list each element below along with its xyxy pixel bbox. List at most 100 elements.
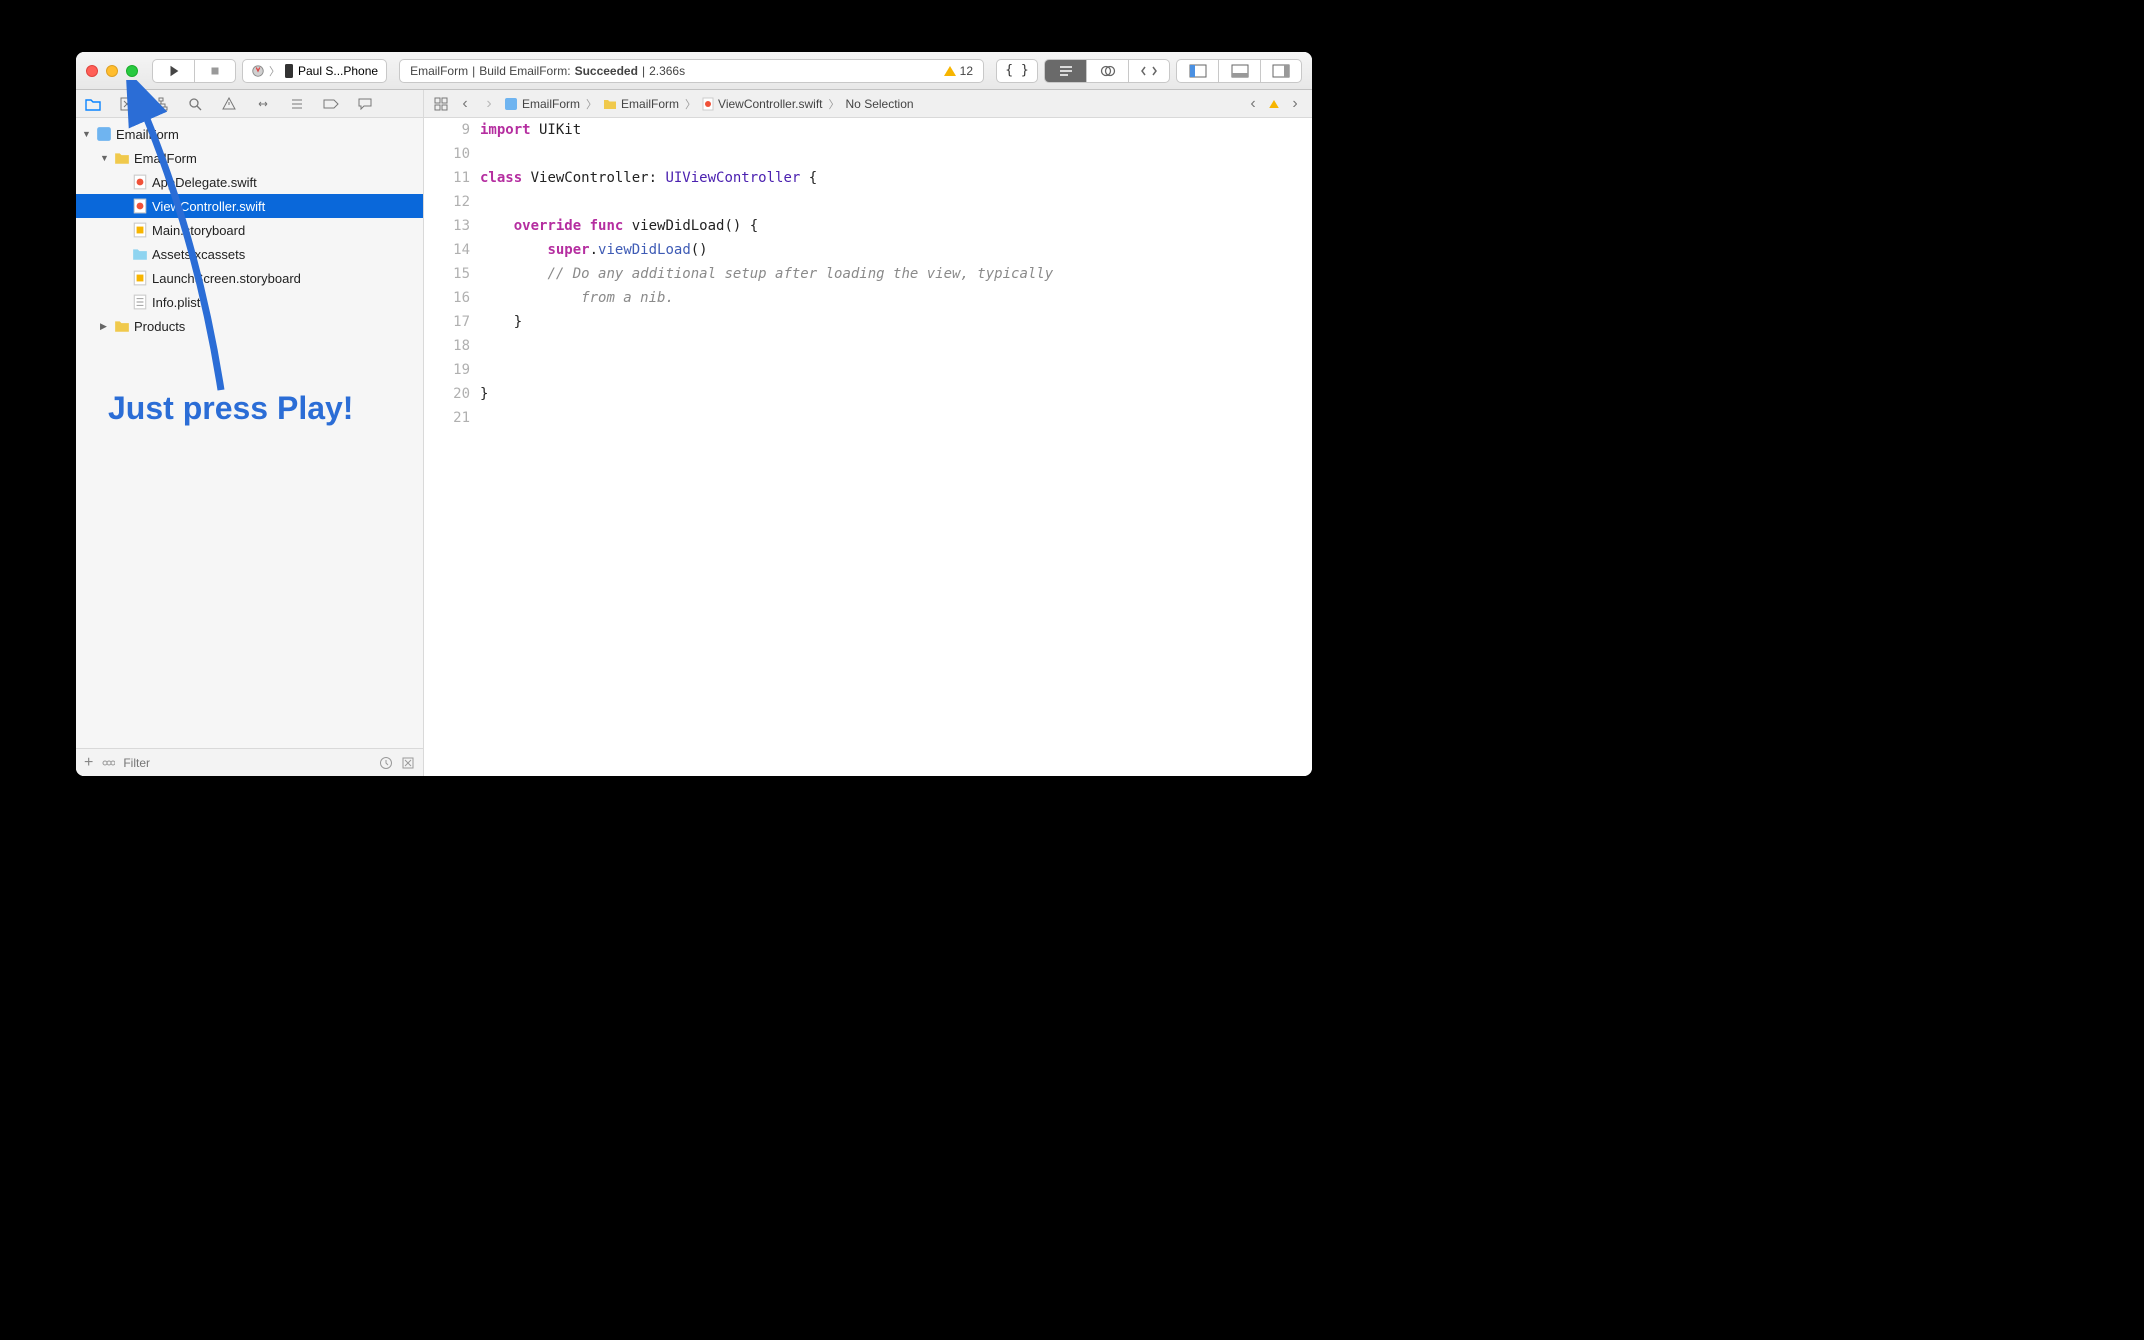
scm-filter-icon[interactable] <box>401 756 415 770</box>
breadcrumb-selection[interactable]: No Selection <box>846 97 914 111</box>
file-label: AppDelegate.swift <box>152 175 257 190</box>
scheme-selector[interactable]: 〉 Paul S...Phone <box>242 59 387 83</box>
forward-button[interactable]: › <box>480 95 498 113</box>
scheme-target-label: Paul S...Phone <box>298 64 378 78</box>
square-x-icon <box>120 97 134 111</box>
source-control-tab[interactable] <box>118 95 136 113</box>
chevron-icon: 〉 <box>829 96 840 112</box>
run-button[interactable] <box>152 59 194 83</box>
issue-navigator-tab[interactable] <box>220 95 238 113</box>
breakpoint-navigator-tab[interactable] <box>322 95 340 113</box>
disclosure-triangle-icon[interactable]: ▼ <box>82 129 92 139</box>
disclosure-triangle-icon[interactable]: ▶ <box>100 321 110 332</box>
add-icon[interactable]: + <box>84 754 93 772</box>
file-icon <box>132 198 148 214</box>
symbol-navigator-tab[interactable] <box>152 95 170 113</box>
chevron-icon: 〉 <box>685 96 696 112</box>
tree-folder[interactable]: ▼ EmailForm <box>76 146 423 170</box>
breadcrumb-file[interactable]: ViewController.swift <box>702 97 822 111</box>
chevron-right-icon: › <box>1292 95 1297 113</box>
chevron-right-icon: 〉 <box>269 63 280 79</box>
related-items-button[interactable] <box>432 95 450 113</box>
right-panel-icon <box>1272 64 1290 78</box>
code-snippets-button[interactable]: { } <box>996 59 1038 83</box>
find-navigator-tab[interactable] <box>186 95 204 113</box>
debug-navigator-tab[interactable] <box>288 95 306 113</box>
status-project: EmailForm <box>410 64 468 78</box>
filter-icon <box>101 756 115 770</box>
left-panel-icon <box>1189 64 1207 78</box>
annotation-text: Just press Play! <box>108 390 353 427</box>
previous-issue-button[interactable]: ‹ <box>1244 95 1262 113</box>
file-icon <box>132 222 148 238</box>
tree-file-row[interactable]: Assets.xcassets <box>76 242 423 266</box>
tree-project-root[interactable]: ▼ EmailForm <box>76 122 423 146</box>
tree-file-row[interactable]: ViewController.swift <box>76 194 423 218</box>
stop-icon <box>208 64 222 78</box>
editor-mode-segment <box>1044 59 1170 83</box>
play-icon <box>167 64 181 78</box>
status-result: Succeeded <box>575 64 638 78</box>
search-icon <box>188 97 202 111</box>
venn-icon <box>1100 64 1116 78</box>
chevron-left-icon: ‹ <box>462 95 467 113</box>
toggle-debug-button[interactable] <box>1218 59 1260 83</box>
project-navigator-tab[interactable] <box>84 95 102 113</box>
chevron-right-icon: › <box>486 95 491 113</box>
app-icon <box>251 64 265 78</box>
disclosure-triangle-icon[interactable]: ▼ <box>100 153 110 163</box>
tree-file-row[interactable]: Main.storyboard <box>76 218 423 242</box>
filter-input[interactable] <box>123 756 371 770</box>
hierarchy-icon <box>153 97 169 111</box>
toggle-navigator-button[interactable] <box>1176 59 1218 83</box>
breadcrumb-folder[interactable]: EmailForm <box>603 97 679 111</box>
next-issue-button[interactable]: › <box>1286 95 1304 113</box>
run-stop-segment <box>152 59 236 83</box>
zoom-icon[interactable] <box>126 65 138 77</box>
file-label: Info.plist <box>152 295 200 310</box>
tree-products-folder[interactable]: ▶ Products <box>76 314 423 338</box>
code-editor[interactable]: 9101112131415161718192021 import UIKit c… <box>424 118 1312 776</box>
activity-viewer[interactable]: EmailForm | Build EmailForm: Succeeded |… <box>399 59 984 83</box>
minimize-icon[interactable] <box>106 65 118 77</box>
warning-icon[interactable] <box>1269 100 1279 108</box>
tree-file-row[interactable]: Info.plist <box>76 290 423 314</box>
grid-icon <box>434 97 448 111</box>
toolbar: 〉 Paul S...Phone EmailForm | Build Email… <box>76 52 1312 90</box>
main-area: ▼ EmailForm ▼ EmailForm AppDelegate.swif… <box>76 118 1312 776</box>
comment-icon <box>358 98 372 110</box>
standard-editor-button[interactable] <box>1044 59 1086 83</box>
clock-icon[interactable] <box>379 756 393 770</box>
bottom-panel-icon <box>1231 64 1249 78</box>
code-content[interactable]: import UIKit class ViewController: UIVie… <box>480 118 1312 776</box>
chevron-icon: 〉 <box>586 96 597 112</box>
status-action: Build EmailForm: <box>479 64 570 78</box>
warning-icon <box>222 97 236 111</box>
folder-icon <box>85 97 101 111</box>
stop-button[interactable] <box>194 59 236 83</box>
braces-icon: { } <box>1005 63 1028 78</box>
panel-toggle-segment <box>1176 59 1302 83</box>
tree-file-row[interactable]: AppDelegate.swift <box>76 170 423 194</box>
window-controls <box>86 65 138 77</box>
arrows-icon <box>256 97 270 111</box>
close-icon[interactable] <box>86 65 98 77</box>
chevron-left-icon: ‹ <box>1250 95 1255 113</box>
filter-bar: + <box>76 748 423 776</box>
file-label: LaunchScreen.storyboard <box>152 271 301 286</box>
report-navigator-tab[interactable] <box>356 95 374 113</box>
jump-bar: ‹ › EmailForm 〉 EmailForm 〉 ViewControll… <box>424 90 1312 117</box>
file-label: Assets.xcassets <box>152 247 245 262</box>
version-editor-button[interactable] <box>1128 59 1170 83</box>
breadcrumb-project[interactable]: EmailForm <box>504 97 580 111</box>
file-icon <box>132 246 148 262</box>
tree-file-row[interactable]: LaunchScreen.storyboard <box>76 266 423 290</box>
back-button[interactable]: ‹ <box>456 95 474 113</box>
project-icon <box>96 126 112 142</box>
test-navigator-tab[interactable] <box>254 95 272 113</box>
file-icon <box>132 270 148 286</box>
assistant-editor-button[interactable] <box>1086 59 1128 83</box>
line-gutter: 9101112131415161718192021 <box>424 118 480 776</box>
toggle-inspector-button[interactable] <box>1260 59 1302 83</box>
warnings-badge[interactable]: 12 <box>944 64 973 78</box>
